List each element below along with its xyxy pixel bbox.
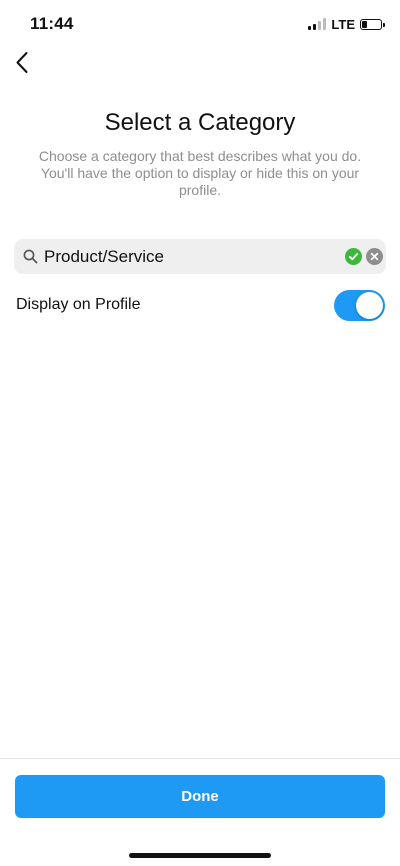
display-on-profile-label: Display on Profile (16, 296, 141, 313)
toggle-knob (356, 292, 383, 319)
back-button[interactable] (10, 48, 38, 78)
home-indicator (129, 853, 271, 858)
chevron-left-icon (16, 52, 28, 73)
check-circle-icon (345, 248, 362, 265)
category-search-field[interactable] (14, 239, 386, 274)
clear-circle-icon[interactable] (366, 248, 383, 265)
status-indicators: LTE (308, 15, 385, 33)
battery-icon (360, 18, 385, 30)
page-title: Select a Category (104, 109, 296, 136)
page-subtitle: Choose a category that best describes wh… (38, 148, 362, 198)
status-bar: 11:44 LTE (0, 0, 400, 46)
display-on-profile-toggle[interactable] (334, 290, 385, 321)
status-time: 11:44 (30, 14, 74, 33)
done-button[interactable]: Done (15, 775, 385, 818)
signal-icon (308, 18, 327, 30)
footer-divider (0, 758, 400, 759)
network-type: LTE (331, 16, 355, 32)
search-icon (23, 249, 38, 264)
category-search-input[interactable] (44, 239, 314, 274)
